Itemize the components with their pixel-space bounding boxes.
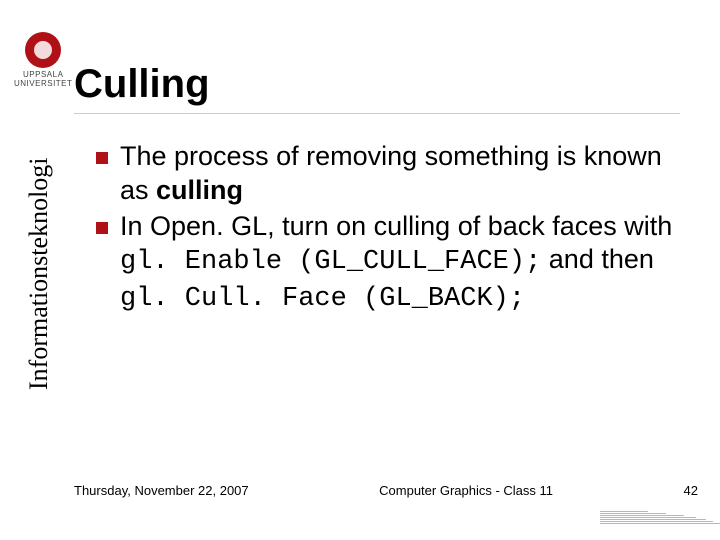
slide-content: The process of removing something is kno… <box>96 140 690 319</box>
slide-title: Culling <box>74 62 680 114</box>
logo-text-line1: UPPSALA <box>23 70 63 79</box>
logo-seal-icon <box>25 32 61 68</box>
slide: UPPSALA UNIVERSITET Culling Informations… <box>0 0 720 540</box>
bullet-code: gl. Enable (GL_CULL_FACE); <box>120 247 541 277</box>
university-logo: UPPSALA UNIVERSITET <box>14 32 72 88</box>
bullet-item: In Open. GL, turn on culling of back fac… <box>96 210 690 317</box>
bullet-bold: culling <box>156 175 243 205</box>
bullet-text: In Open. GL, turn on culling of back fac… <box>120 210 690 317</box>
bullet-pre: In Open. GL, turn on culling of back fac… <box>120 211 672 241</box>
bullet-mid: and then <box>541 244 654 274</box>
logo-seal-inner <box>34 41 52 59</box>
bullet-code: gl. Cull. Face (GL_BACK); <box>120 284 525 314</box>
bullet-square-icon <box>96 222 108 234</box>
bullet-item: The process of removing something is kno… <box>96 140 690 208</box>
decorative-stripes-icon <box>600 496 720 524</box>
logo-text-line2: UNIVERSITET <box>14 79 72 88</box>
sidebar-vertical-label: Informationsteknologi <box>24 157 54 390</box>
bullet-square-icon <box>96 152 108 164</box>
footer-date: Thursday, November 22, 2007 <box>74 483 249 498</box>
bullet-text: The process of removing something is kno… <box>120 140 690 208</box>
